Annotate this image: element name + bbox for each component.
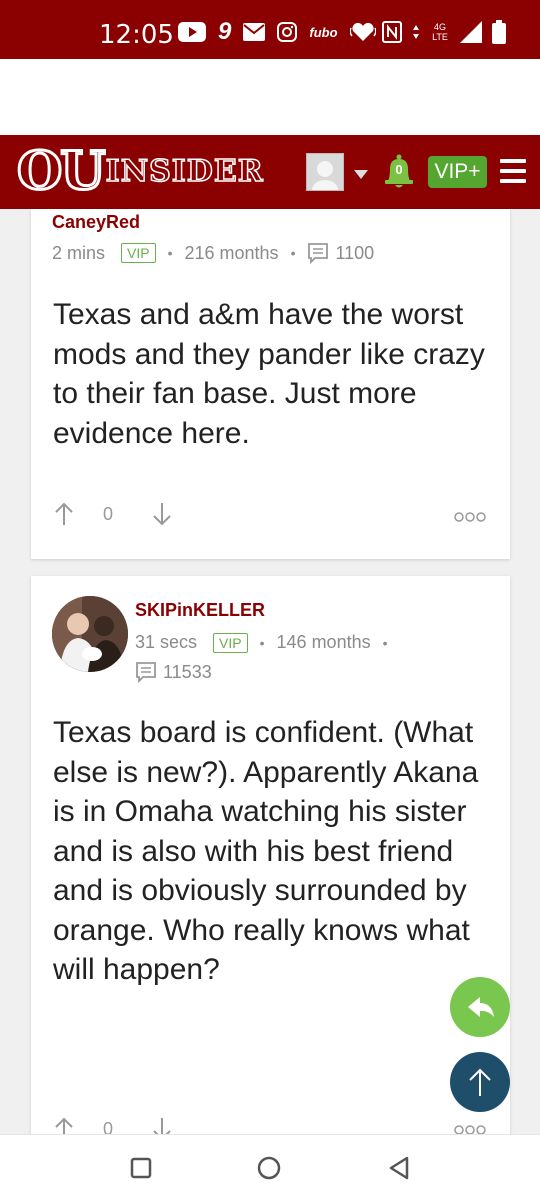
- fubo-icon: fubo: [309, 24, 338, 40]
- avatar-photo: [52, 596, 128, 672]
- separator-dot: •: [382, 634, 388, 651]
- downvote-arrow-icon[interactable]: [153, 502, 171, 526]
- logo-ou: OU: [16, 139, 108, 203]
- arrow-up-icon: [469, 1068, 491, 1096]
- vote-controls: 0: [55, 502, 171, 526]
- data-arrows-icon: [413, 25, 419, 39]
- post-count: 1100: [335, 242, 375, 263]
- ou-insider-logo[interactable]: OU INSIDER: [16, 139, 264, 203]
- reply-arrow-icon: [468, 997, 494, 1017]
- clock: 12:05: [99, 20, 174, 50]
- comment-username[interactable]: CaneyRed: [52, 212, 140, 233]
- notification-count: 0: [395, 162, 403, 177]
- commenter-avatar[interactable]: [52, 596, 128, 672]
- iheart-icon: [349, 22, 376, 41]
- comment-meta: 31 secs VIP • 146 months •: [135, 632, 400, 653]
- post-count-row: 11533: [135, 661, 212, 683]
- member-months: 146 months: [276, 632, 371, 652]
- upvote-arrow-icon[interactable]: [55, 502, 73, 526]
- status-bar: 12:05 9 fubo 4G LTE: [0, 0, 540, 59]
- vote-count: 0: [103, 503, 114, 524]
- vip-badge: VIP: [213, 632, 248, 653]
- reply-button[interactable]: [450, 977, 510, 1037]
- battery-icon: [492, 20, 506, 44]
- vip-plus-button[interactable]: VIP+: [428, 156, 487, 188]
- home-circle-icon[interactable]: [257, 1156, 281, 1180]
- comment-username[interactable]: SKIPinKELLER: [135, 600, 265, 621]
- comment-meta: 2 mins VIP • 216 months • 1100: [52, 242, 374, 264]
- post-count: 11533: [163, 661, 212, 682]
- nfc-icon: [382, 21, 402, 43]
- member-months: 216 months: [184, 242, 279, 263]
- back-triangle-icon[interactable]: [387, 1156, 411, 1180]
- user-avatar[interactable]: [306, 153, 344, 200]
- mail-icon: [243, 23, 266, 41]
- hamburger-menu-icon[interactable]: [500, 159, 526, 183]
- separator-dot: •: [167, 245, 173, 261]
- nine-icon: 9: [218, 18, 232, 45]
- notifications-bell[interactable]: 0: [382, 153, 416, 196]
- separator-dot: •: [290, 245, 296, 261]
- comment-body: Texas board is confident. (What else is …: [53, 716, 479, 986]
- user-silhouette-icon: [307, 154, 343, 200]
- post-count-icon: [136, 662, 156, 683]
- network-label: 4G LTE: [432, 22, 448, 42]
- logo-insider: INSIDER: [105, 153, 264, 190]
- post-count-icon: [308, 243, 329, 264]
- comment-time: 31 secs: [135, 632, 198, 652]
- scroll-to-top-button[interactable]: [450, 1052, 510, 1112]
- comment-body: Texas and a&m have the worst mods and th…: [53, 298, 485, 450]
- youtube-icon: [178, 22, 206, 42]
- comment-card: CaneyRed 2 mins VIP • 216 months • 1100 …: [31, 209, 510, 559]
- instagram-icon: [277, 22, 298, 42]
- signal-icon: [460, 21, 482, 43]
- more-options-icon[interactable]: [454, 511, 486, 523]
- recents-square-icon[interactable]: [130, 1157, 152, 1179]
- separator-dot: •: [259, 634, 265, 651]
- system-nav-bar: [0, 1134, 540, 1201]
- comment-card: SKIPinKELLER 31 secs VIP • 146 months • …: [31, 576, 510, 1146]
- chevron-down-icon[interactable]: [354, 170, 368, 179]
- vip-badge: VIP: [121, 243, 156, 263]
- comment-time: 2 mins: [52, 242, 106, 263]
- browser-blank-bar: [0, 59, 540, 135]
